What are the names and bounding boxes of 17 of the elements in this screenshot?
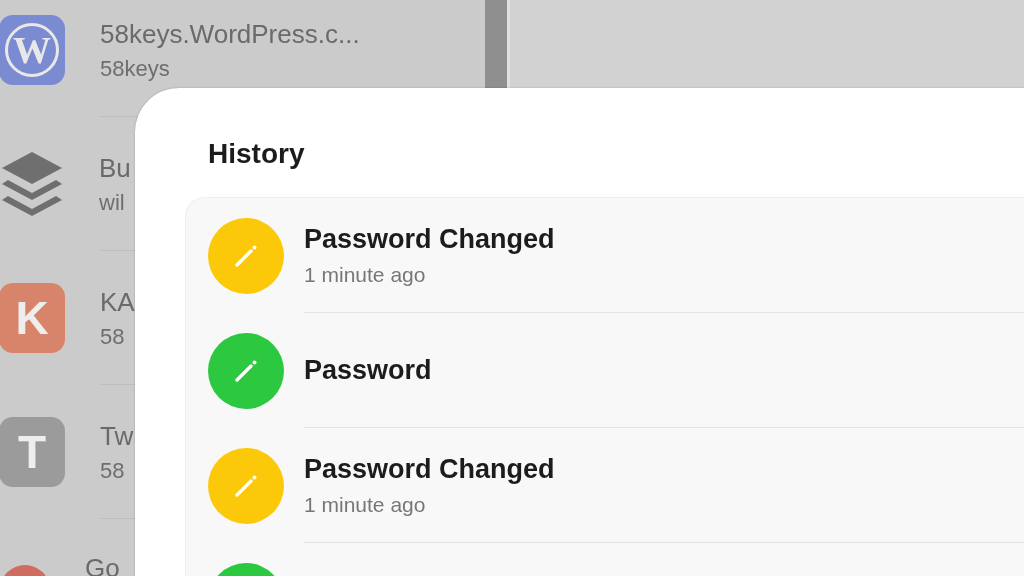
sheet-title: History — [208, 138, 306, 170]
history-entry-title: Password Changed — [304, 224, 555, 255]
app-icon: K — [0, 283, 65, 353]
item-subtitle: 58keys — [100, 55, 171, 82]
item-subtitle: wil — [99, 189, 126, 216]
item-subtitle: 58 — [100, 323, 126, 350]
app-icon: T — [0, 417, 65, 487]
history-entry-title: Password Changed — [304, 454, 555, 485]
history-entry-time: 1 minute ago — [304, 263, 427, 287]
app-icon: W — [0, 15, 65, 85]
history-entry-title: Password — [304, 355, 432, 386]
item-title: 58keys.WordPress.c... — [100, 18, 360, 50]
item-subtitle: 58 — [100, 457, 126, 484]
history-entry-time: 1 minute ago — [304, 493, 427, 517]
item-title: Bu — [99, 152, 131, 184]
item-title: Tw — [100, 420, 134, 452]
item-title: KA — [100, 286, 135, 318]
